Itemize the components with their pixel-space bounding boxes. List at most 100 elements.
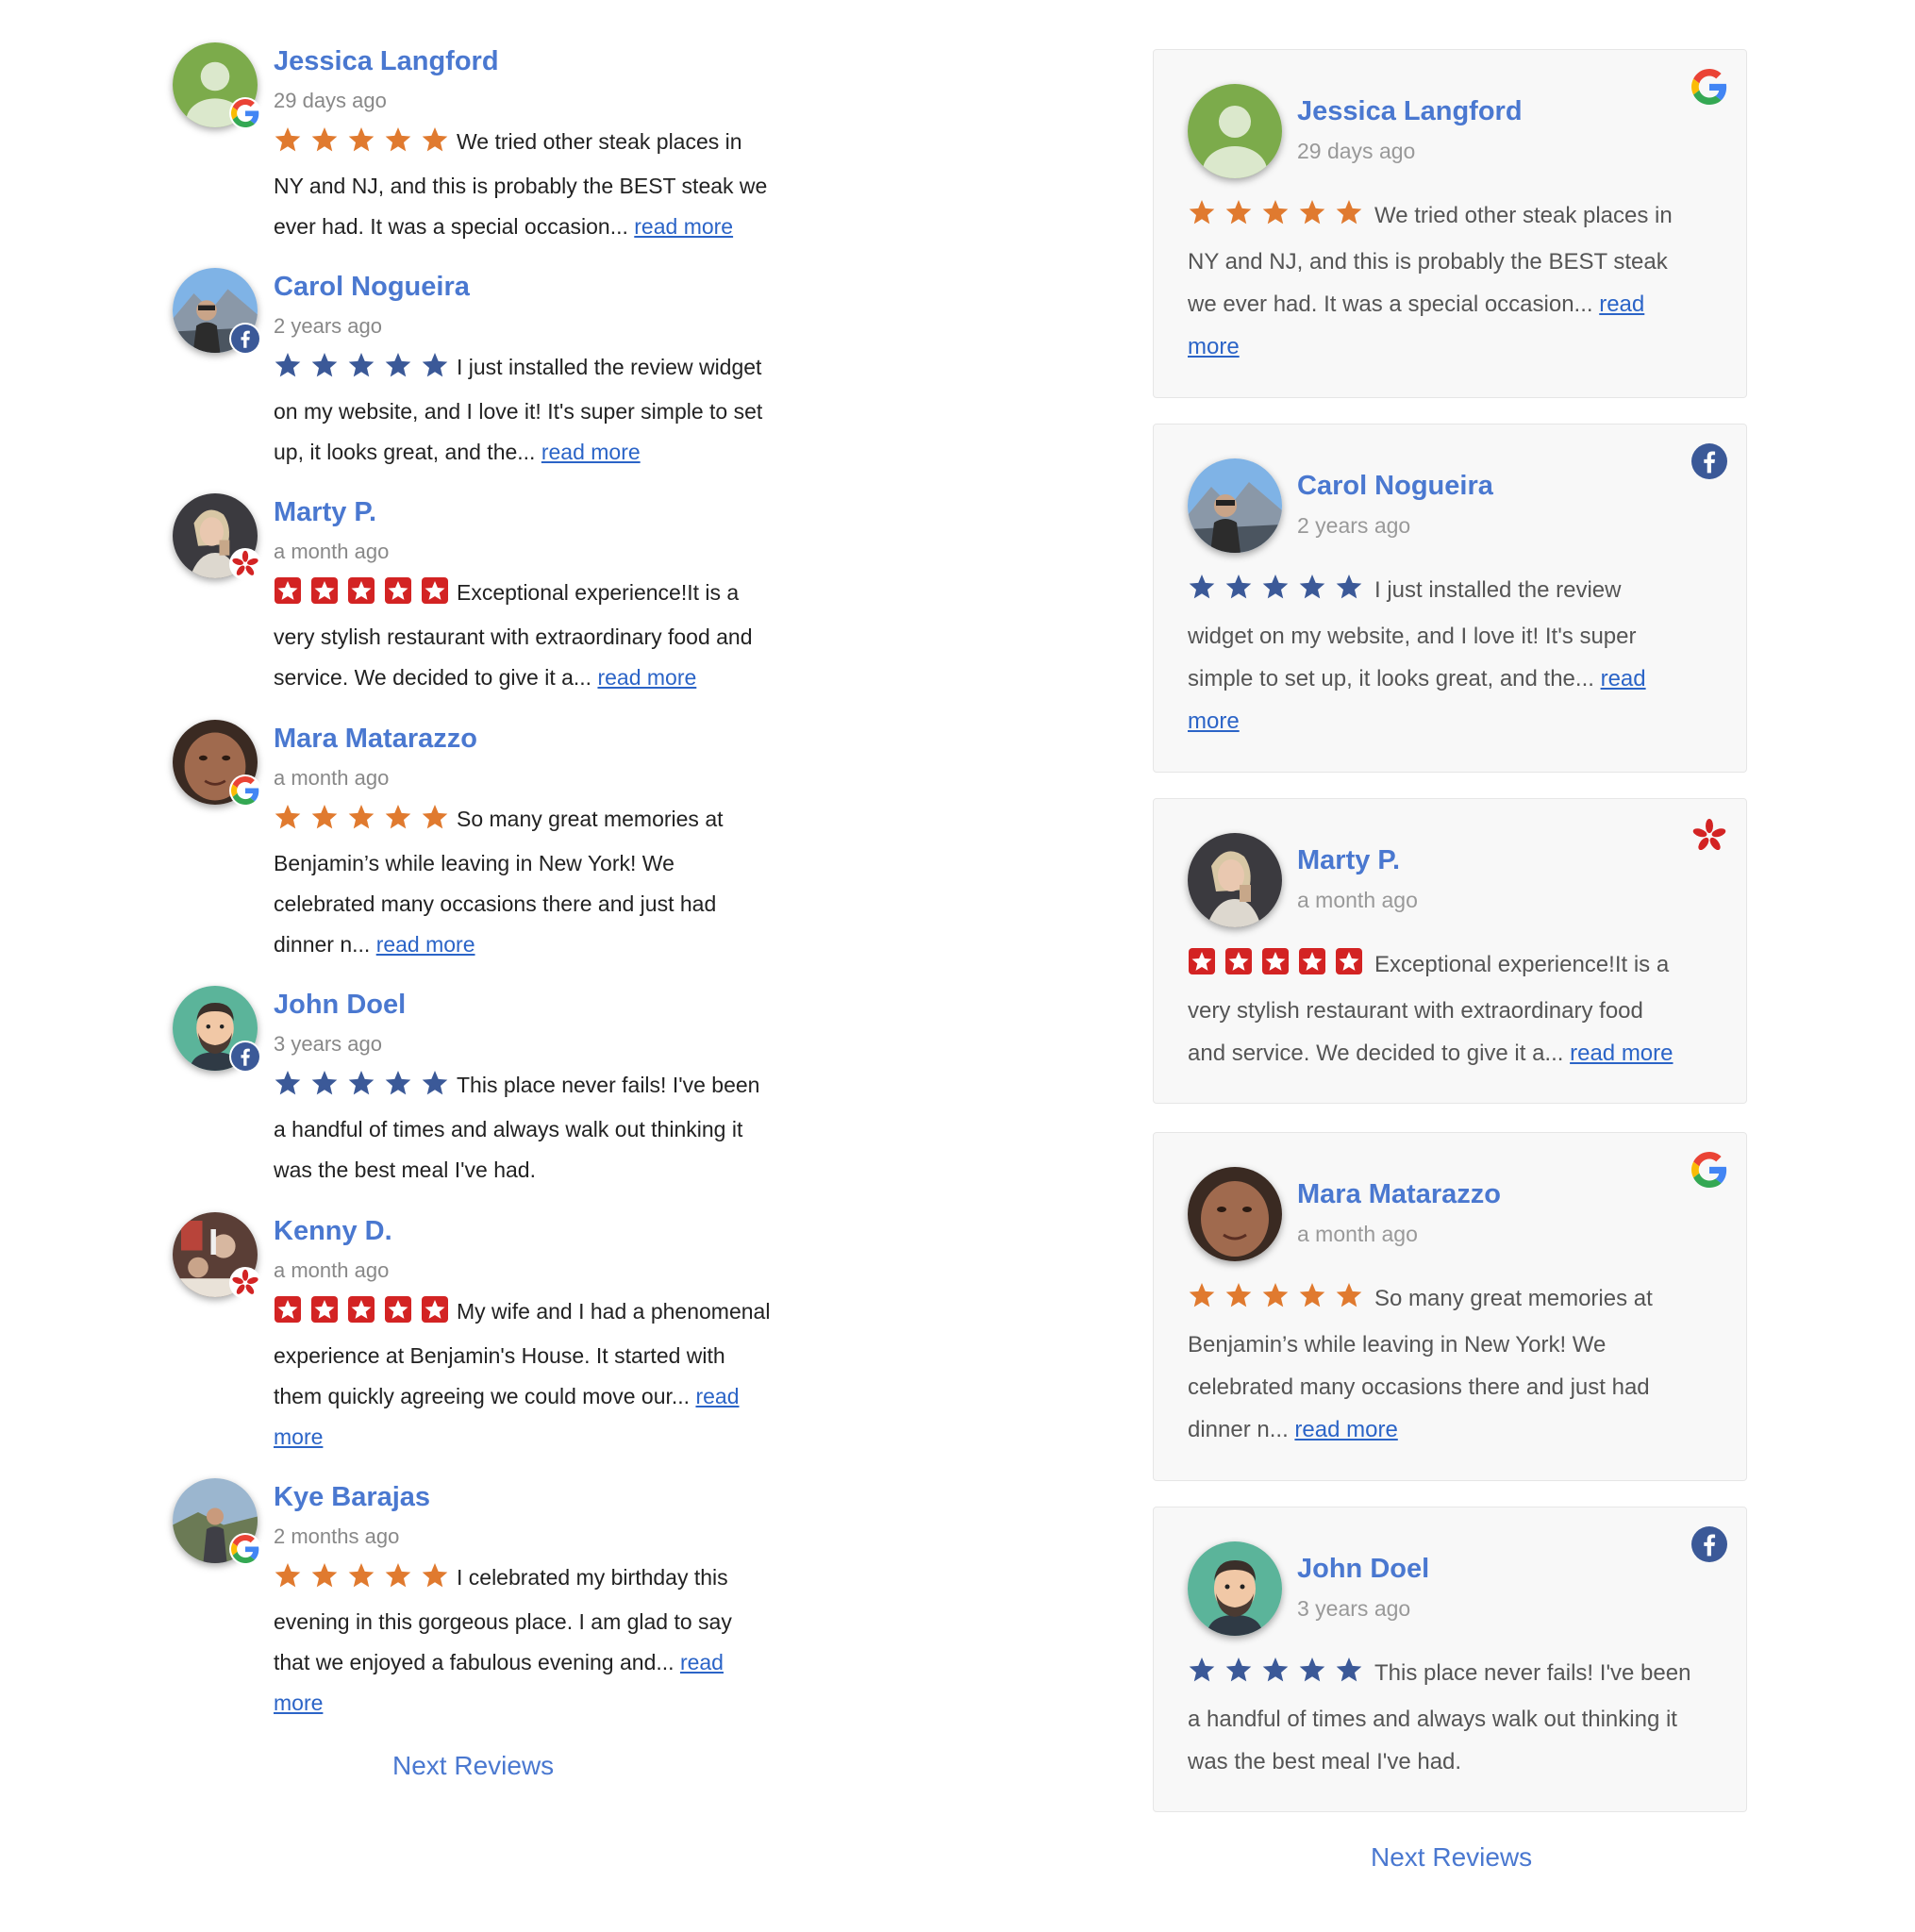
next-reviews-button-right[interactable]: Next Reviews: [1371, 1842, 1532, 1873]
star-icon: [310, 803, 339, 843]
review-time: 2 years ago: [274, 314, 382, 338]
star-icon: [1188, 947, 1216, 990]
avatar: [1188, 1541, 1282, 1636]
star-icon: [274, 351, 302, 391]
review-line: evening in this gorgeous place. I am gla…: [274, 1602, 783, 1642]
review-text-line: NY and NJ, and this is probably the BEST…: [1188, 249, 1668, 275]
star-icon: [310, 351, 339, 391]
rating-stars: [1188, 1656, 1363, 1698]
read-more-link[interactable]: more: [274, 1690, 323, 1715]
reviewer-name[interactable]: Carol Nogueira: [1297, 467, 1493, 505]
review-text-line: evening in this gorgeous place. I am gla…: [274, 1609, 732, 1634]
rating-stars: [1188, 198, 1363, 241]
rating-stars: [274, 1295, 449, 1336]
facebook-icon[interactable]: [1691, 1526, 1727, 1562]
review-time: a month ago: [1297, 888, 1418, 912]
review-text-line: I just installed the review widget: [457, 355, 762, 379]
star-icon: [421, 576, 449, 617]
reviewer-name[interactable]: Carol Nogueira: [274, 268, 783, 306]
reviewer-name[interactable]: Kye Barajas: [274, 1478, 783, 1516]
review-text-line: widget on my website, and I love it! It'…: [1188, 624, 1637, 649]
read-more-link[interactable]: more: [1188, 708, 1240, 734]
star-icon: [384, 803, 412, 843]
rating-stars: [274, 1069, 449, 1109]
reviewer-name[interactable]: Mara Matarazzo: [1297, 1175, 1501, 1213]
review-text-line: celebrated many occasions there and just…: [1188, 1374, 1650, 1400]
review-time: a month ago: [1297, 1222, 1418, 1246]
review-text-line: So many great memories at: [457, 807, 724, 831]
facebook-icon[interactable]: [1691, 443, 1727, 479]
review-line: was the best meal I've had.: [274, 1150, 783, 1191]
read-more-link[interactable]: read: [695, 1384, 739, 1408]
star-icon: [421, 803, 449, 843]
review-line: celebrated many occasions there and just…: [1188, 1366, 1716, 1408]
rating-stars: [1188, 1281, 1363, 1324]
review-card: Mara Matarazzo a month ago So many great…: [1153, 1132, 1747, 1481]
read-more-link[interactable]: read more: [634, 214, 733, 239]
star-icon: [1188, 198, 1216, 241]
avatar: [173, 268, 261, 355]
read-more-link[interactable]: read more: [1570, 1041, 1673, 1066]
review-body: This place never fails! I've been a handf…: [1188, 1652, 1716, 1783]
star-icon: [1298, 573, 1326, 615]
review-text-line: that we enjoyed a fabulous evening and..…: [274, 1650, 680, 1674]
review-body: So many great memories at Benjamin’s whil…: [1188, 1277, 1716, 1451]
yelp-icon[interactable]: [1691, 818, 1727, 854]
read-more-link[interactable]: read: [1599, 291, 1644, 317]
review-text-line: I celebrated my birthday this: [457, 1565, 728, 1590]
review-time: 2 months ago: [274, 1524, 400, 1548]
read-more-link[interactable]: read more: [1294, 1417, 1397, 1442]
star-icon: [274, 1295, 302, 1336]
reviewer-name[interactable]: John Doel: [1297, 1550, 1429, 1588]
star-icon: [1335, 947, 1363, 990]
google-icon[interactable]: [1691, 1152, 1727, 1188]
avatar: [173, 42, 261, 129]
reviewer-name[interactable]: Jessica Langford: [1297, 92, 1523, 130]
review-line: them quickly agreeing we could move our.…: [274, 1376, 783, 1417]
star-icon: [274, 125, 302, 166]
google-icon: [229, 97, 261, 129]
star-icon: [1224, 573, 1253, 615]
read-more-link[interactable]: read more: [376, 932, 475, 957]
reviewer-name[interactable]: Marty P.: [274, 493, 783, 531]
read-more-link[interactable]: read more: [597, 665, 696, 690]
review-text-line: This place never fails! I've been: [1374, 1660, 1691, 1686]
review-line: Benjamin’s while leaving in New York! We: [1188, 1324, 1716, 1366]
review-text-line: simple to set up, it looks great, and th…: [1188, 666, 1601, 691]
star-icon: [347, 1069, 375, 1109]
review-time: 3 years ago: [1297, 1596, 1411, 1621]
read-more-link[interactable]: read more: [541, 440, 641, 464]
read-more-link[interactable]: more: [1188, 334, 1240, 359]
read-more-link[interactable]: more: [274, 1424, 323, 1449]
review-body: Exceptional experience!It is a very styli…: [1188, 943, 1716, 1074]
reviewer-name[interactable]: John Doel: [274, 986, 783, 1024]
review-text-line: So many great memories at: [1374, 1286, 1653, 1311]
avatar: [1188, 1167, 1282, 1261]
reviewer-name[interactable]: Marty P.: [1297, 841, 1400, 879]
avatar: [173, 720, 261, 807]
review-text-line: very stylish restaurant with extraordina…: [1188, 998, 1643, 1024]
star-icon: [384, 1295, 412, 1336]
review-text-line: dinner n...: [1188, 1417, 1295, 1442]
star-icon: [1298, 1656, 1326, 1698]
google-icon[interactable]: [1691, 69, 1727, 105]
read-more-link[interactable]: read: [680, 1650, 724, 1674]
read-more-link[interactable]: read: [1601, 666, 1646, 691]
review-text-line: NY and NJ, and this is probably the BEST…: [274, 174, 768, 198]
review-line: I just installed the review widget: [274, 347, 783, 391]
star-icon: [347, 576, 375, 617]
star-icon: [274, 803, 302, 843]
review-line: Exceptional experience!It is a: [274, 573, 783, 617]
rating-stars: [274, 576, 449, 617]
star-icon: [1224, 1656, 1253, 1698]
next-reviews-button-left[interactable]: Next Reviews: [392, 1751, 554, 1781]
star-icon: [384, 351, 412, 391]
reviewer-name[interactable]: Mara Matarazzo: [274, 720, 783, 758]
reviewer-name[interactable]: Kenny D.: [274, 1212, 783, 1250]
review-line: more: [274, 1417, 783, 1457]
yelp-icon: [229, 1267, 261, 1299]
review-line: widget on my website, and I love it! It'…: [1188, 615, 1716, 658]
review-card: Jessica Langford 29 days ago We tried ot…: [1153, 49, 1747, 398]
reviewer-name[interactable]: Jessica Langford: [274, 42, 783, 80]
review-text-line: Benjamin’s while leaving in New York! We: [274, 851, 674, 875]
